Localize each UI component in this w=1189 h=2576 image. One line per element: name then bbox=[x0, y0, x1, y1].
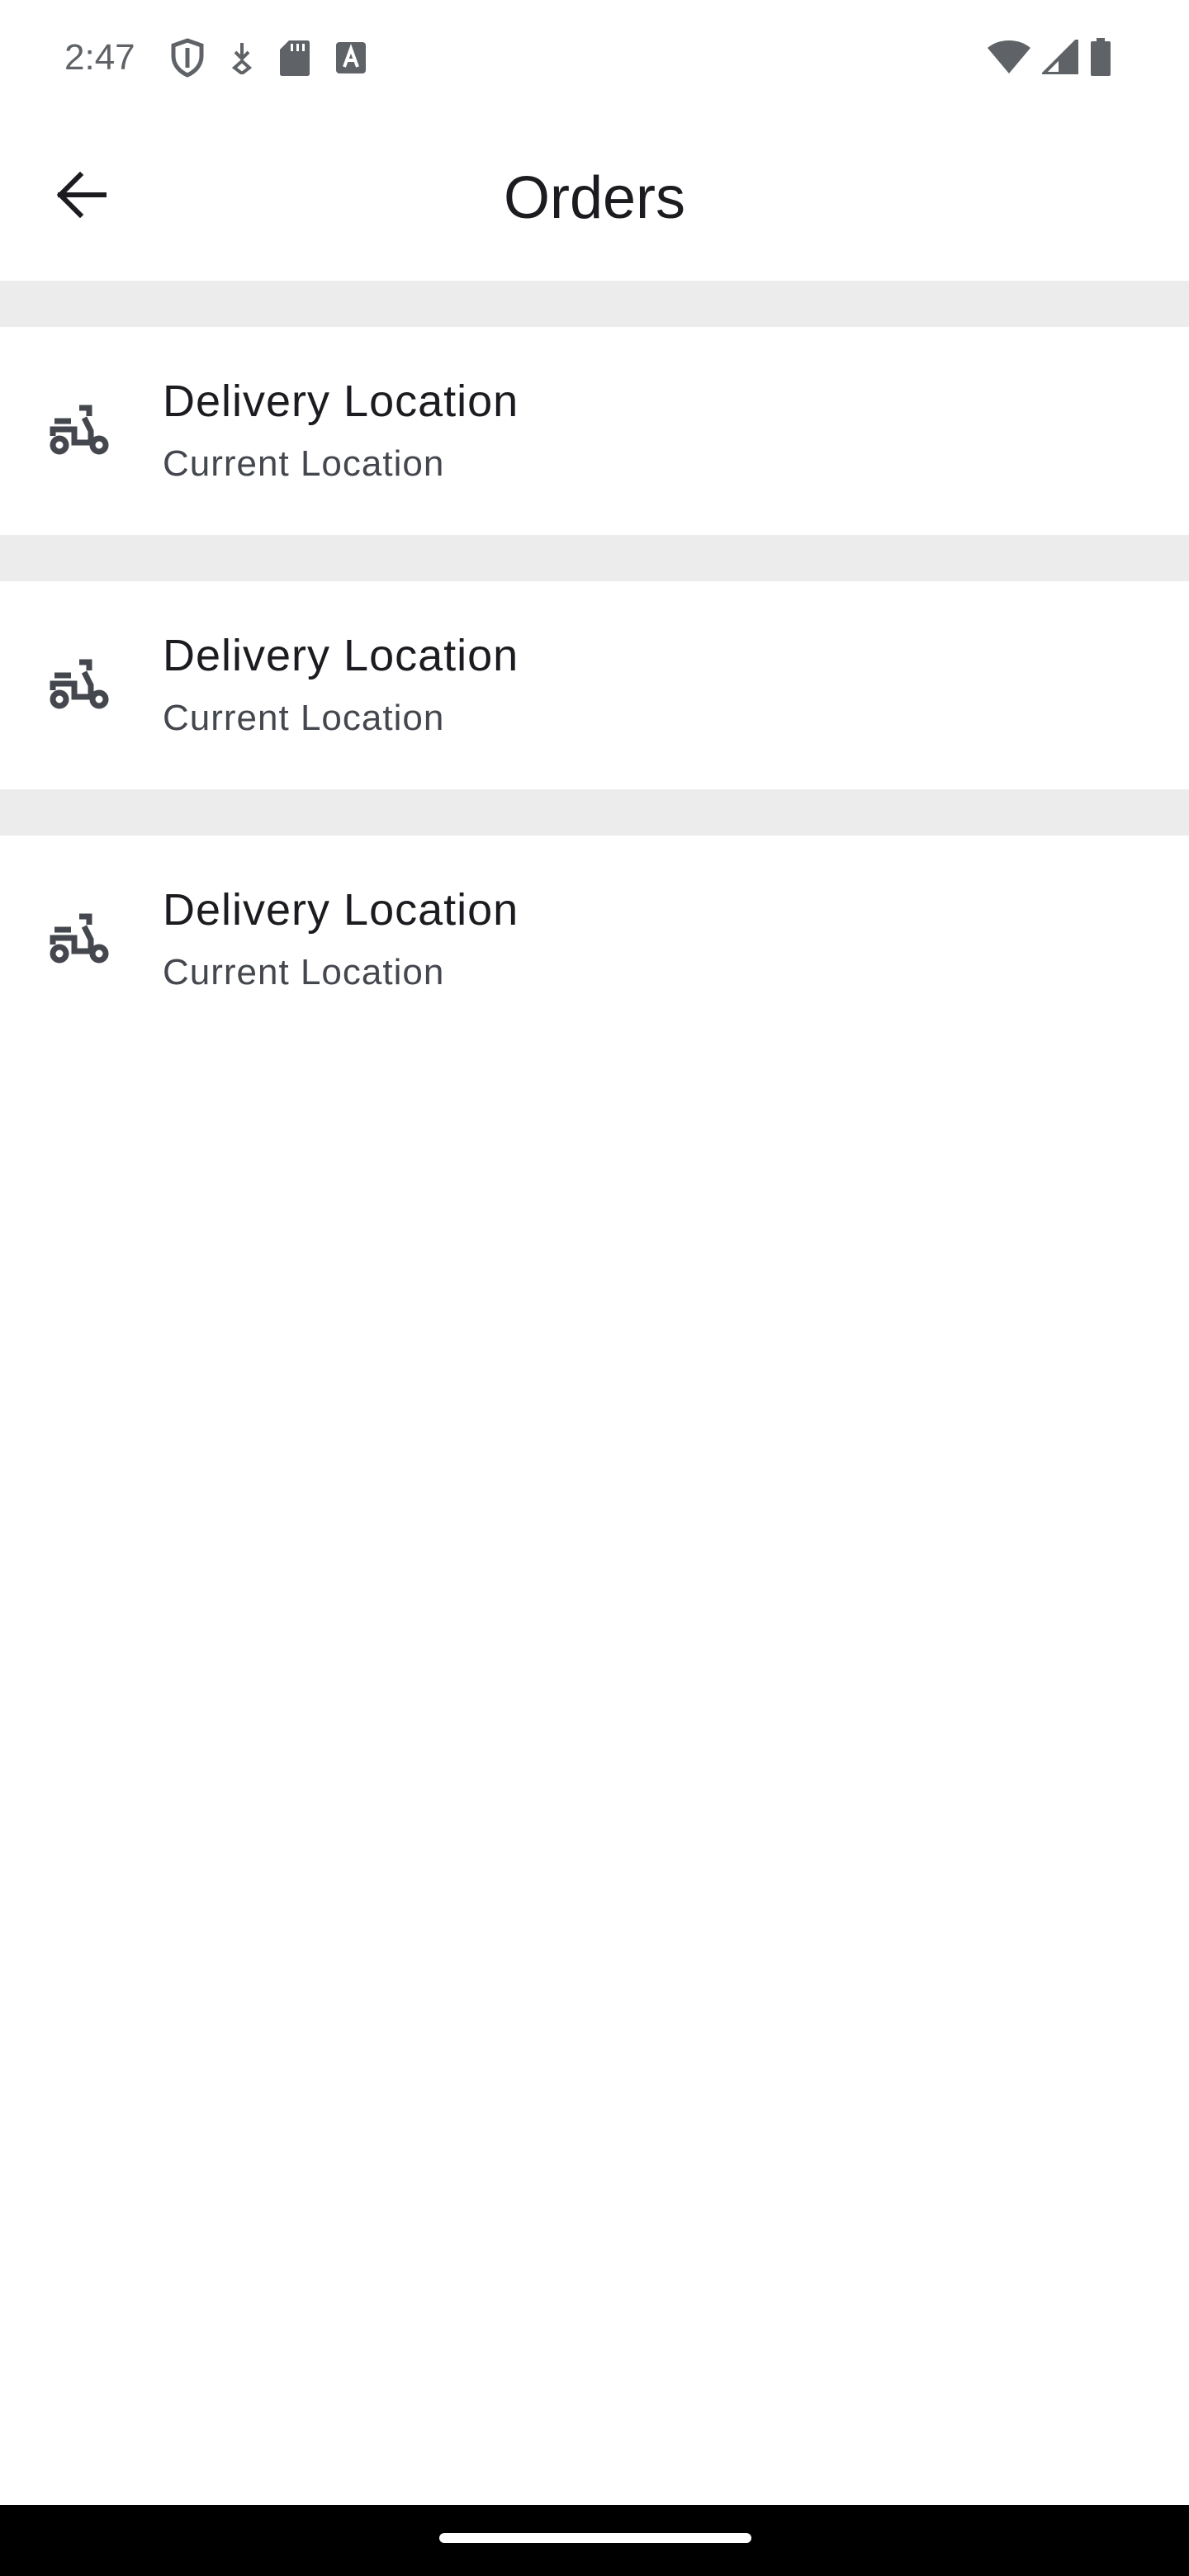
order-subtitle: Current Location bbox=[163, 952, 445, 992]
scooter-icon bbox=[50, 910, 109, 969]
text-a-icon bbox=[335, 41, 367, 74]
list-divider bbox=[0, 535, 1189, 581]
order-title: Delivery Location bbox=[163, 631, 519, 680]
order-list-item[interactable]: Delivery Location Current Location bbox=[0, 581, 1189, 789]
download-icon bbox=[230, 41, 254, 74]
sd-card-icon bbox=[279, 39, 310, 77]
order-list-item[interactable]: Delivery Location Current Location bbox=[0, 327, 1189, 535]
order-list: Delivery Location Current Location Deliv… bbox=[0, 281, 1189, 1044]
status-icons-right bbox=[988, 36, 1111, 80]
cell-signal-icon bbox=[1040, 36, 1078, 78]
page-title: Orders bbox=[503, 165, 686, 231]
system-nav-bar bbox=[0, 2505, 1189, 2576]
order-list-item[interactable]: Delivery Location Current Location bbox=[0, 836, 1189, 1044]
battery-icon bbox=[1090, 38, 1111, 80]
list-divider bbox=[0, 789, 1189, 836]
order-subtitle: Current Location bbox=[163, 698, 445, 738]
order-subtitle: Current Location bbox=[163, 443, 445, 484]
app-bar: Orders bbox=[0, 116, 1189, 281]
scooter-icon bbox=[50, 656, 109, 715]
status-bar: 2:47 bbox=[0, 0, 1189, 116]
order-title: Delivery Location bbox=[163, 885, 519, 935]
home-indicator[interactable] bbox=[439, 2533, 751, 2543]
wifi-icon bbox=[988, 40, 1030, 78]
scooter-icon bbox=[50, 401, 109, 461]
list-divider bbox=[0, 281, 1189, 327]
status-time: 2:47 bbox=[64, 37, 135, 78]
status-icons-left bbox=[170, 38, 367, 78]
shield-icon bbox=[170, 38, 205, 78]
order-title: Delivery Location bbox=[163, 376, 519, 426]
